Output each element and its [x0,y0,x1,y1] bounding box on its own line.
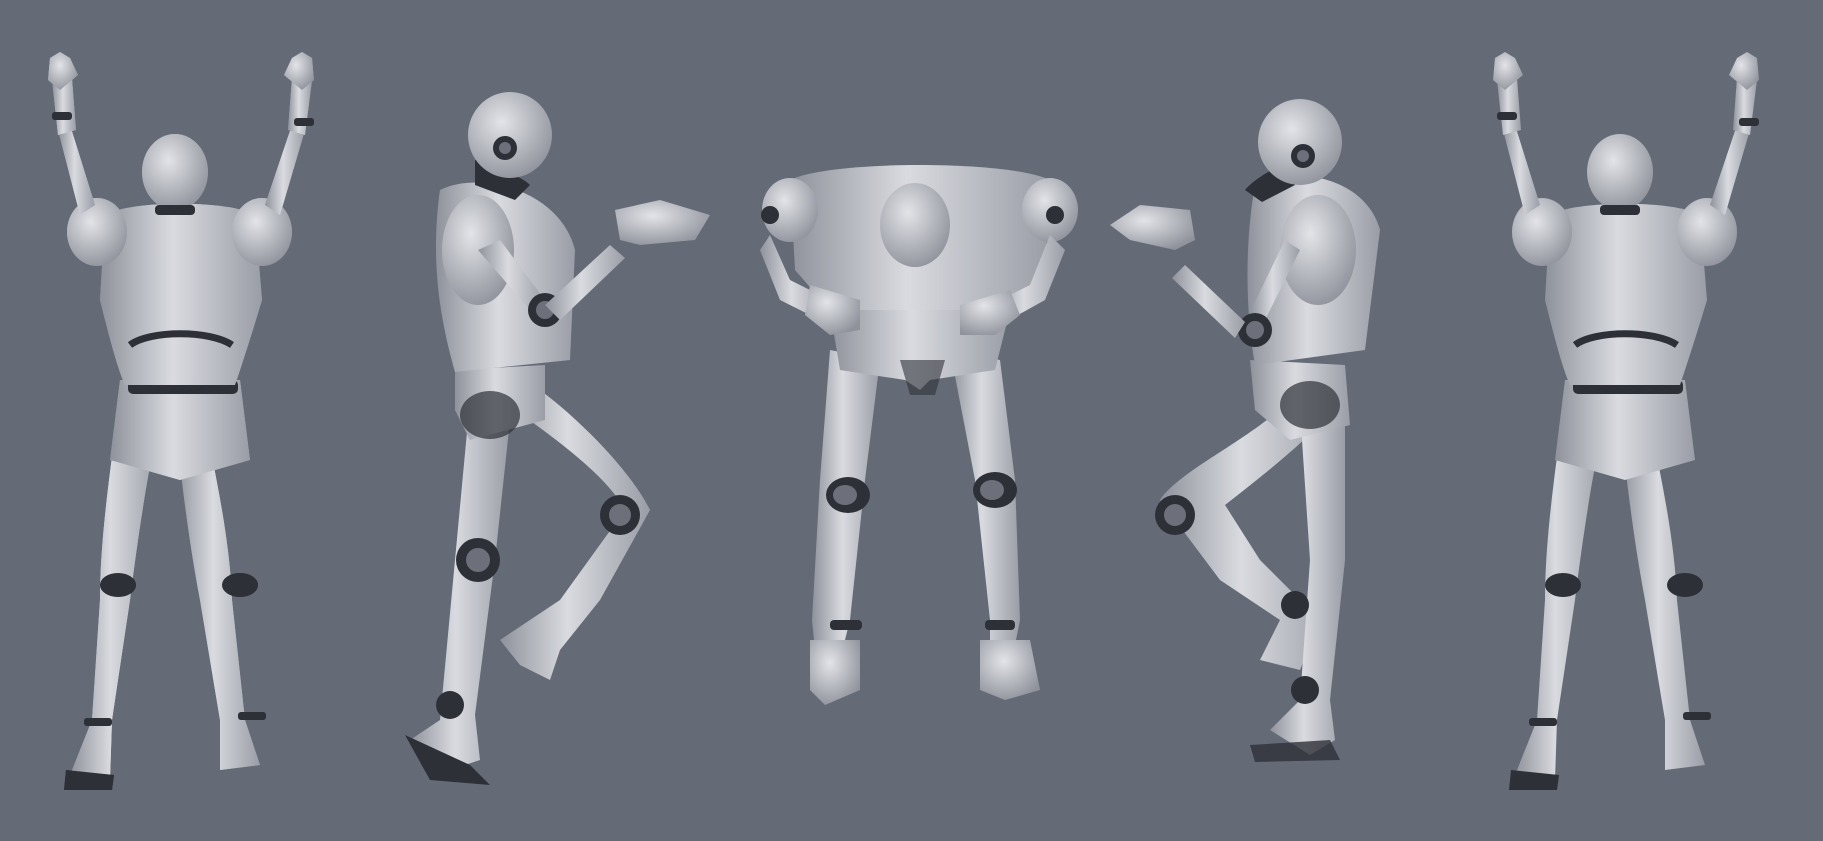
scene-canvas [0,0,1823,841]
robot-poses-scene [0,0,1823,841]
